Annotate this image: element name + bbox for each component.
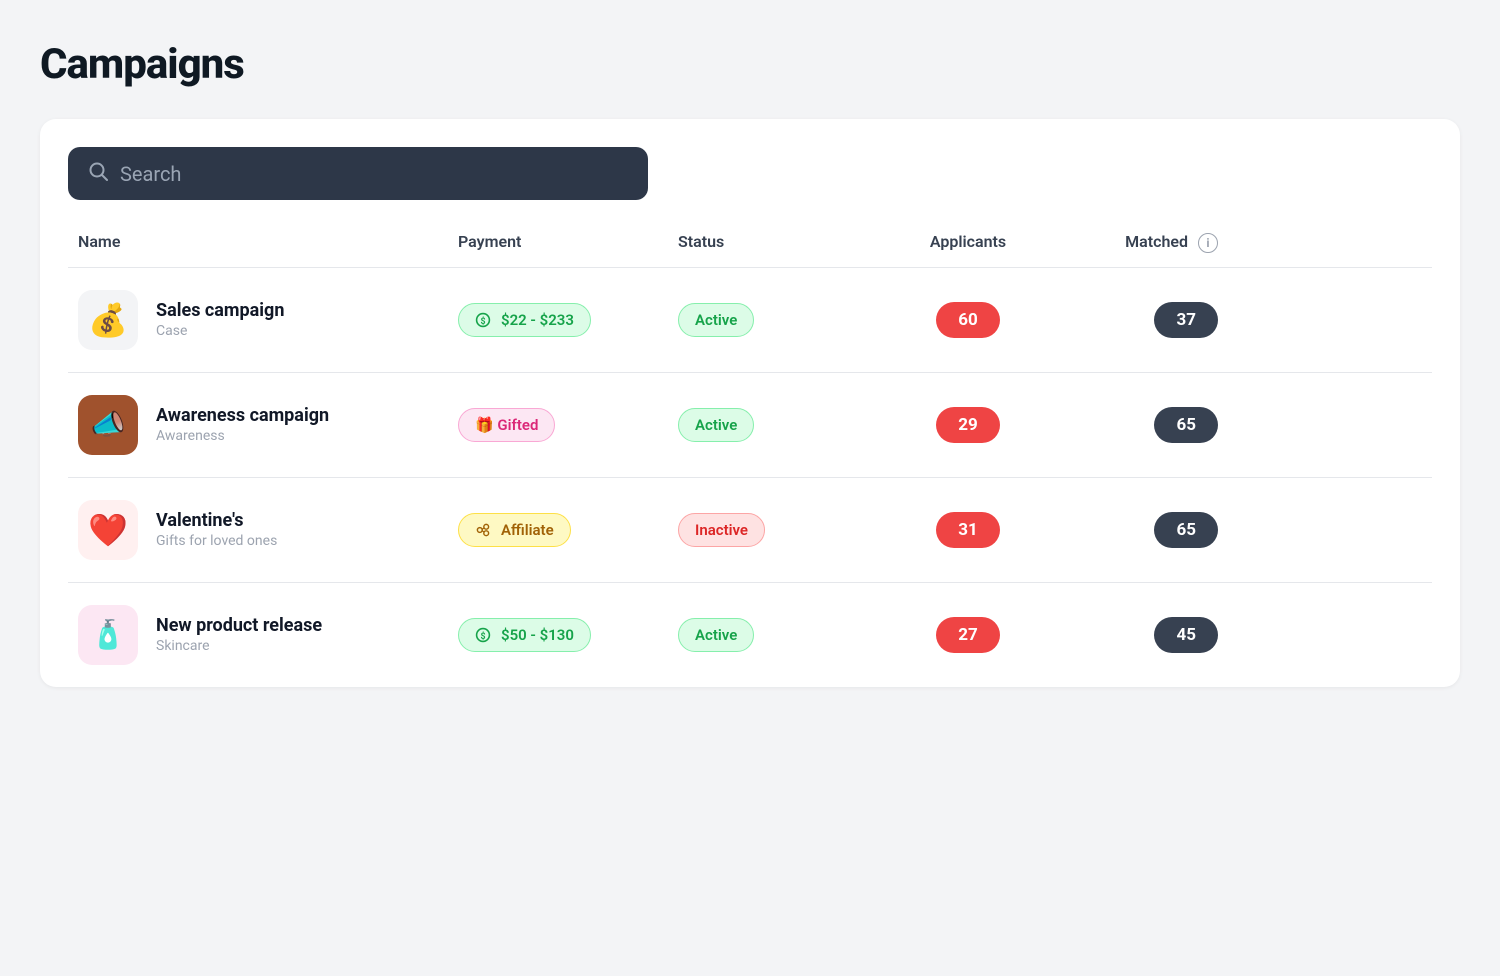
col-payment: Payment [458,232,678,253]
matched-cell: 37 [1058,302,1218,338]
status-badge: Inactive [678,513,765,547]
search-input[interactable] [120,162,628,186]
payment-badge: $$50 - $130 [458,618,591,652]
matched-cell: 65 [1058,512,1218,548]
status-cell: Active [678,303,878,337]
applicants-count: 27 [936,617,1000,653]
campaign-cell: 📣 Awareness campaign Awareness [78,395,458,455]
campaign-name: Valentine's [156,510,277,531]
campaign-cell: ❤️ Valentine's Gifts for loved ones [78,500,458,560]
campaign-name: Sales campaign [156,300,284,321]
table-body: 💰 Sales campaign Case $$22 - $233 Active… [68,268,1432,687]
table-row[interactable]: 💰 Sales campaign Case $$22 - $233 Active… [68,268,1432,373]
campaign-sub: Skincare [156,638,322,654]
search-bar[interactable] [68,147,648,200]
campaign-cell: 💰 Sales campaign Case [78,290,458,350]
status-badge: Active [678,303,754,337]
payment-badge: Affiliate [458,513,571,547]
search-icon [88,161,108,186]
matched-cell: 65 [1058,407,1218,443]
table-row[interactable]: ❤️ Valentine's Gifts for loved ones Affi… [68,478,1432,583]
svg-text:$: $ [480,631,485,642]
matched-info-icon[interactable]: i [1198,233,1218,253]
payment-cell: 🎁 Gifted [458,408,678,442]
campaign-icon: 🧴 [78,605,138,665]
table-row[interactable]: 📣 Awareness campaign Awareness 🎁 Gifted … [68,373,1432,478]
col-matched: Matched i [1058,232,1218,253]
status-cell: Active [678,618,878,652]
campaign-cell: 🧴 New product release Skincare [78,605,458,665]
status-badge: Active [678,408,754,442]
col-status: Status [678,232,878,253]
applicants-count: 31 [936,512,1000,548]
page-title: Campaigns [40,40,1460,89]
applicants-cell: 29 [878,407,1058,443]
applicants-count: 60 [936,302,1000,338]
matched-count: 37 [1154,302,1218,338]
campaign-name: Awareness campaign [156,405,329,426]
col-name: Name [78,232,458,253]
applicants-cell: 31 [878,512,1058,548]
campaign-icon: ❤️ [78,500,138,560]
payment-badge: 🎁 Gifted [458,408,555,442]
applicants-cell: 27 [878,617,1058,653]
matched-count: 65 [1154,407,1218,443]
payment-badge: $$22 - $233 [458,303,591,337]
payment-cell: $$22 - $233 [458,303,678,337]
applicants-cell: 60 [878,302,1058,338]
matched-count: 45 [1154,617,1218,653]
campaigns-card: Name Payment Status Applicants Matched i… [40,119,1460,687]
payment-cell: $$50 - $130 [458,618,678,652]
payment-cell: Affiliate [458,513,678,547]
table-row[interactable]: 🧴 New product release Skincare $$50 - $1… [68,583,1432,687]
campaign-sub: Awareness [156,428,329,444]
col-applicants: Applicants [878,232,1058,253]
campaign-sub: Gifts for loved ones [156,533,277,549]
status-cell: Inactive [678,513,878,547]
campaign-name: New product release [156,615,322,636]
table-header: Name Payment Status Applicants Matched i [68,232,1432,268]
svg-text:$: $ [480,316,485,327]
campaign-icon: 📣 [78,395,138,455]
campaign-sub: Case [156,323,284,339]
applicants-count: 29 [936,407,1000,443]
matched-count: 65 [1154,512,1218,548]
matched-cell: 45 [1058,617,1218,653]
status-cell: Active [678,408,878,442]
campaign-icon: 💰 [78,290,138,350]
status-badge: Active [678,618,754,652]
